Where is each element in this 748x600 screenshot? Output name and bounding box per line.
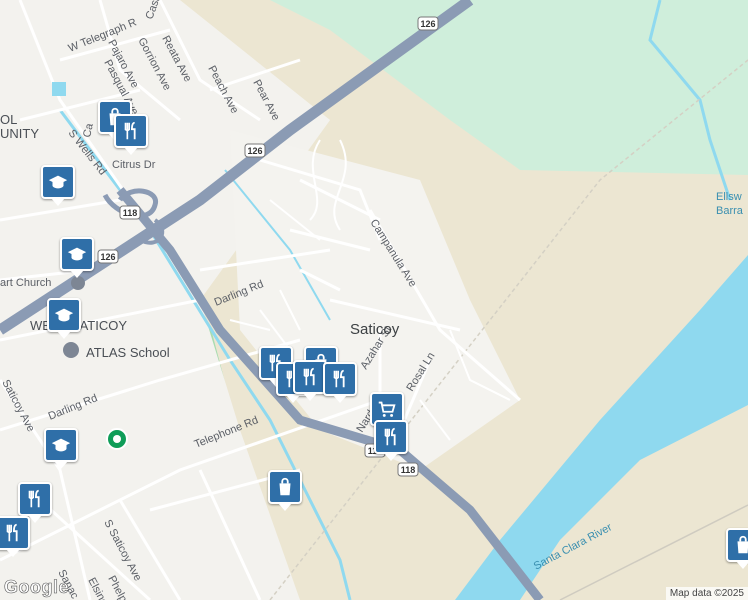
map-canvas[interactable]: 126 126 118 126 118 118 W Telegraph R Ca… bbox=[0, 0, 748, 600]
route-shield: 126 bbox=[244, 143, 266, 158]
school-icon[interactable] bbox=[47, 298, 81, 339]
svg-text:126: 126 bbox=[247, 146, 262, 156]
restaurant-icon[interactable] bbox=[18, 482, 52, 523]
restaurant-icon[interactable] bbox=[114, 114, 148, 155]
route-shield: 118 bbox=[397, 462, 419, 477]
svg-text:118: 118 bbox=[401, 465, 416, 475]
svg-text:126: 126 bbox=[100, 252, 115, 262]
restaurant-icon[interactable] bbox=[323, 362, 357, 403]
restaurant-icon[interactable] bbox=[293, 360, 327, 401]
barranca-label: Barra bbox=[716, 205, 744, 217]
park-marker[interactable] bbox=[106, 428, 128, 450]
route-shield: 118 bbox=[119, 205, 141, 220]
svg-text:118: 118 bbox=[123, 208, 138, 218]
shopping-bag-icon[interactable] bbox=[268, 470, 302, 511]
church-marker[interactable] bbox=[71, 276, 85, 290]
google-logo: Google bbox=[4, 577, 69, 598]
restaurant-icon[interactable] bbox=[374, 420, 408, 461]
route-shield: 126 bbox=[417, 16, 439, 31]
map-attribution[interactable]: Map data ©2025 bbox=[665, 587, 748, 600]
school-icon[interactable] bbox=[44, 428, 78, 469]
school-label: ATLAS School bbox=[86, 345, 170, 360]
church-label: art Church bbox=[0, 277, 51, 289]
water-feature bbox=[52, 82, 66, 96]
school-icon[interactable] bbox=[41, 165, 75, 206]
svg-text:126: 126 bbox=[420, 19, 435, 29]
shopping-bag-icon[interactable] bbox=[726, 528, 748, 569]
place-label: Saticoy bbox=[350, 321, 400, 338]
barranca-label: Ellsw bbox=[716, 191, 742, 203]
restaurant-icon[interactable] bbox=[0, 516, 30, 557]
school-icon[interactable] bbox=[60, 237, 94, 278]
school-marker[interactable] bbox=[63, 342, 79, 358]
route-shield: 126 bbox=[97, 249, 119, 264]
street-label: Citrus Dr bbox=[112, 159, 156, 171]
